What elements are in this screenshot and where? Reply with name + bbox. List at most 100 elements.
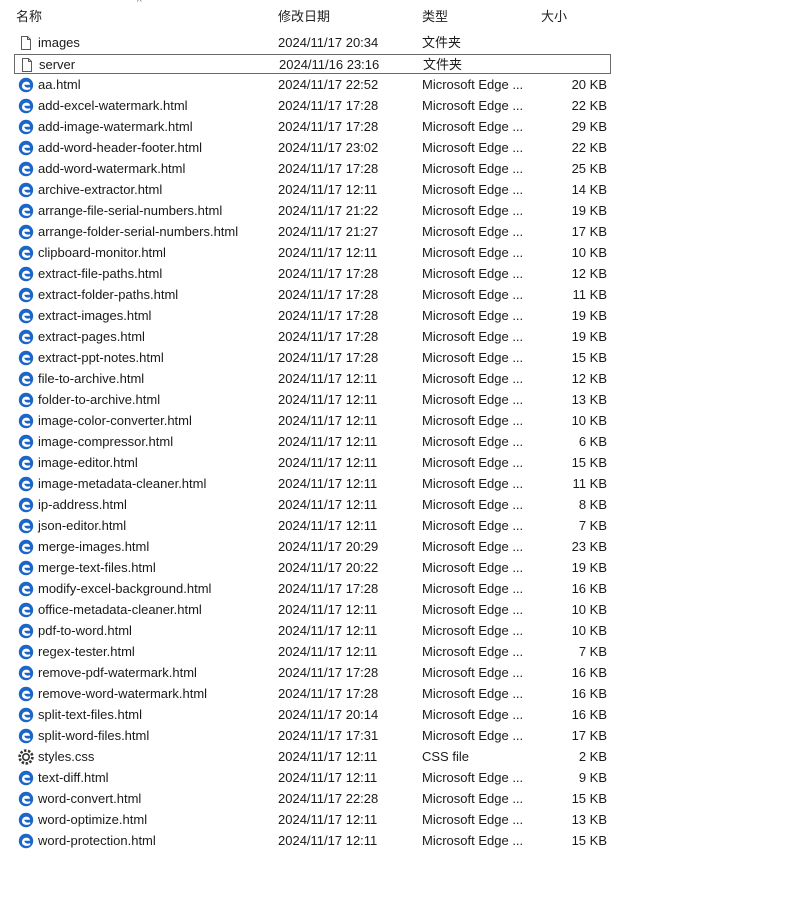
file-size: 15 KB xyxy=(571,833,607,848)
column-header-size[interactable]: 大小 xyxy=(541,6,567,25)
file-size: 16 KB xyxy=(571,707,607,722)
file-date-modified: 2024/11/17 12:11 xyxy=(278,644,378,659)
file-type: Microsoft Edge ... xyxy=(422,518,524,533)
file-row[interactable]: word-protection.html 2024/11/17 12:11 Micr… xyxy=(14,831,611,851)
file-size: 13 KB xyxy=(571,812,607,827)
file-row[interactable]: arrange-folder-serial-numbers.html 2024/1… xyxy=(14,222,611,242)
file-name: remove-pdf-watermark.html xyxy=(38,665,197,680)
file-size: 16 KB xyxy=(571,665,607,680)
file-name: modify-excel-background.html xyxy=(38,581,212,596)
file-row[interactable]: server 2024/11/16 23:16 文件夹 xyxy=(14,54,611,74)
column-header-name[interactable]: 名称 xyxy=(16,6,42,25)
edge-icon xyxy=(18,581,34,597)
file-row[interactable]: folder-to-archive.html 2024/11/17 12:11 Mi… xyxy=(14,390,611,410)
file-row[interactable]: file-to-archive.html 2024/11/17 12:11 Micr… xyxy=(14,369,611,389)
file-size: 7 KB xyxy=(578,518,607,533)
file-date-modified: 2024/11/17 20:22 xyxy=(278,560,379,575)
file-row[interactable]: image-color-converter.html 2024/11/17 12:… xyxy=(14,411,611,431)
file-row[interactable]: word-convert.html 2024/11/17 22:28 Microso… xyxy=(14,789,611,809)
file-date-modified: 2024/11/17 12:11 xyxy=(278,812,378,827)
file-name: images xyxy=(38,35,80,50)
edge-icon xyxy=(18,770,34,786)
file-row[interactable]: aa.html 2024/11/17 22:52 Microsoft Edge ..… xyxy=(14,75,611,95)
file-row[interactable]: add-word-header-footer.html 2024/11/17 23… xyxy=(14,138,611,158)
file-date-modified: 2024/11/17 12:11 xyxy=(278,518,378,533)
file-size: 15 KB xyxy=(571,350,607,365)
edge-icon xyxy=(18,812,34,828)
file-row[interactable]: split-text-files.html 2024/11/17 20:14 Mic… xyxy=(14,705,611,725)
file-row[interactable]: extract-folder-paths.html 2024/11/17 17:2… xyxy=(14,285,611,305)
edge-icon xyxy=(18,77,34,93)
edge-icon xyxy=(18,455,34,471)
file-name: extract-images.html xyxy=(38,308,152,323)
edge-icon xyxy=(18,203,34,219)
file-row[interactable]: add-excel-watermark.html 2024/11/17 17:28… xyxy=(14,96,611,116)
file-size: 10 KB xyxy=(571,413,607,428)
file-type: Microsoft Edge ... xyxy=(422,371,524,386)
file-row[interactable]: extract-file-paths.html 2024/11/17 17:28 M… xyxy=(14,264,611,284)
edge-icon xyxy=(18,833,34,849)
edge-icon xyxy=(18,791,34,807)
file-name: image-compressor.html xyxy=(38,434,174,449)
file-size: 12 KB xyxy=(571,371,607,386)
file-row[interactable]: image-editor.html 2024/11/17 12:11 Microso… xyxy=(14,453,611,473)
file-row[interactable]: clipboard-monitor.html 2024/11/17 12:11 Mi… xyxy=(14,243,611,263)
file-size: 19 KB xyxy=(571,560,607,575)
folder-icon xyxy=(18,35,34,51)
file-row[interactable]: extract-images.html 2024/11/17 17:28 Micro… xyxy=(14,306,611,326)
file-row[interactable]: extract-pages.html 2024/11/17 17:28 Micros… xyxy=(14,327,611,347)
file-row[interactable]: merge-text-files.html 2024/11/17 20:22 Mic… xyxy=(14,558,611,578)
file-type: Microsoft Edge ... xyxy=(422,602,524,617)
file-row[interactable]: add-word-watermark.html 2024/11/17 17:28 M… xyxy=(14,159,611,179)
edge-icon xyxy=(18,329,34,345)
file-row[interactable]: archive-extractor.html 2024/11/17 12:11 Mi… xyxy=(14,180,611,200)
file-row[interactable]: add-image-watermark.html 2024/11/17 17:28… xyxy=(14,117,611,137)
file-row[interactable]: pdf-to-word.html 2024/11/17 12:11 Microsof… xyxy=(14,621,611,641)
file-row[interactable]: remove-pdf-watermark.html 2024/11/17 17:2… xyxy=(14,663,611,683)
file-date-modified: 2024/11/16 23:16 xyxy=(279,57,380,72)
file-row[interactable]: ip-address.html 2024/11/17 12:11 Microsoft… xyxy=(14,495,611,515)
file-row[interactable]: regex-tester.html 2024/11/17 12:11 Microso… xyxy=(14,642,611,662)
file-type: Microsoft Edge ... xyxy=(422,119,524,134)
file-type: Microsoft Edge ... xyxy=(422,203,524,218)
edge-icon xyxy=(18,686,34,702)
file-row[interactable]: modify-excel-background.html 2024/11/17 1… xyxy=(14,579,611,599)
file-size: 25 KB xyxy=(571,161,607,176)
file-name: split-text-files.html xyxy=(38,707,143,722)
file-name: pdf-to-word.html xyxy=(38,623,132,638)
file-type: Microsoft Edge ... xyxy=(422,560,524,575)
file-row[interactable]: remove-word-watermark.html 2024/11/17 17:… xyxy=(14,684,611,704)
file-row[interactable]: office-metadata-cleaner.html 2024/11/17 1… xyxy=(14,600,611,620)
edge-icon xyxy=(18,224,34,240)
file-date-modified: 2024/11/17 22:28 xyxy=(278,791,379,806)
file-row[interactable]: image-metadata-cleaner.html 2024/11/17 12… xyxy=(14,474,611,494)
file-type: Microsoft Edge ... xyxy=(422,623,524,638)
edge-icon xyxy=(18,98,34,114)
file-name: image-editor.html xyxy=(38,455,138,470)
file-type: Microsoft Edge ... xyxy=(422,182,524,197)
file-row[interactable]: images 2024/11/17 20:34 文件夹 xyxy=(14,33,611,53)
file-size: 14 KB xyxy=(571,182,607,197)
file-date-modified: 2024/11/17 21:27 xyxy=(278,224,379,239)
file-size: 7 KB xyxy=(578,644,607,659)
file-name: image-color-converter.html xyxy=(38,413,192,428)
file-row[interactable]: merge-images.html 2024/11/17 20:29 Microso… xyxy=(14,537,611,557)
file-row[interactable]: extract-ppt-notes.html 2024/11/17 17:28 Mi… xyxy=(14,348,611,368)
css-settings-icon xyxy=(18,749,34,765)
file-size: 20 KB xyxy=(571,77,607,92)
file-row[interactable]: word-optimize.html 2024/11/17 12:11 Micros… xyxy=(14,810,611,830)
file-size: 11 KB xyxy=(572,476,607,491)
file-type: Microsoft Edge ... xyxy=(422,140,524,155)
column-header-type[interactable]: 类型 xyxy=(422,6,448,25)
file-type: Microsoft Edge ... xyxy=(422,287,524,302)
file-row[interactable]: styles.css 2024/11/17 12:11 CSS file 2 KB xyxy=(14,747,611,767)
file-date-modified: 2024/11/17 17:28 xyxy=(278,581,379,596)
file-row[interactable]: text-diff.html 2024/11/17 12:11 Microsoft … xyxy=(14,768,611,788)
file-row[interactable]: json-editor.html 2024/11/17 12:11 Microsof… xyxy=(14,516,611,536)
file-row[interactable]: arrange-file-serial-numbers.html 2024/11/… xyxy=(14,201,611,221)
file-type: CSS file xyxy=(422,749,469,764)
file-row[interactable]: split-word-files.html 2024/11/17 17:31 Mic… xyxy=(14,726,611,746)
file-size: 19 KB xyxy=(571,329,607,344)
column-header-date[interactable]: 修改日期 xyxy=(278,6,330,25)
file-row[interactable]: image-compressor.html 2024/11/17 12:11 Mic… xyxy=(14,432,611,452)
